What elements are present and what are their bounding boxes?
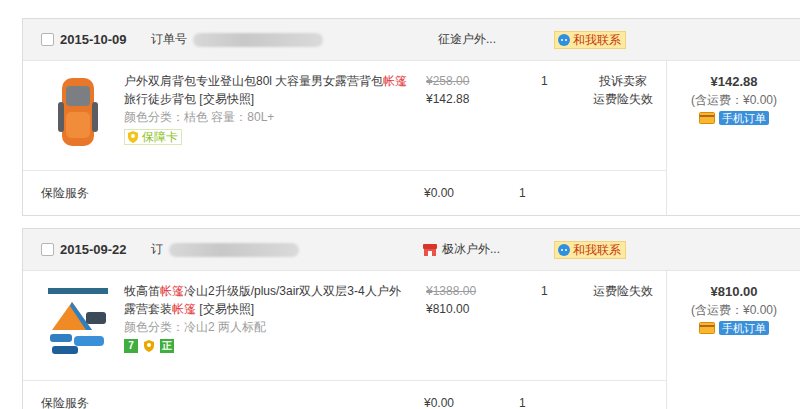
item-quantity: 1 [519, 72, 579, 90]
service-badge[interactable]: 7 [124, 339, 138, 353]
contact-button[interactable]: 和我联系 [554, 241, 626, 259]
order-total: ¥142.88 [711, 72, 758, 91]
guarantee-badge[interactable]: 保障卡 [124, 129, 182, 145]
order-header: 2015-09-22 订 极冰户外...和我联系 [23, 229, 800, 271]
service-row: 保险服务¥0.001 [23, 170, 666, 215]
total-column: ¥810.00(含运费：¥0.00)手机订单 [666, 271, 800, 409]
shield-icon [142, 339, 156, 353]
item-price: ¥142.88 [426, 90, 519, 108]
chat-icon [557, 33, 571, 47]
original-price: ¥258.00 [426, 72, 519, 90]
backpack-image[interactable] [46, 72, 110, 152]
item-quantity: 1 [519, 282, 579, 300]
order-number-redaction [169, 243, 299, 257]
order-card: 2015-09-22 订 极冰户外...和我联系牧高笛帐篷冷山2升级版/plus/3… [22, 228, 800, 409]
order-number-redaction [193, 33, 323, 47]
service-row: 保险服务¥0.001 [23, 380, 666, 409]
tent-set-image[interactable] [46, 282, 110, 362]
item-specs: 颜色分类：桔色 容量：80L+ [124, 108, 412, 126]
order-date: 2015-09-22 [60, 242, 127, 257]
service-price: ¥0.00 [424, 186, 519, 200]
service-price: ¥0.00 [424, 396, 519, 409]
shop-name[interactable]: 征途户外... [416, 31, 554, 48]
shipping-note: (含运费：¥0.00) [691, 301, 777, 320]
item-specs: 颜色分类：冷山2 两人标配 [124, 318, 412, 336]
order-number-label: 订 [151, 241, 163, 258]
mobile-order-tag: 手机订单 [719, 321, 769, 335]
mobile-order-tag: 手机订单 [719, 111, 769, 125]
order-list: 2015-10-09订单号征途户外...和我联系户外双肩背包专业登山包80l 大… [0, 0, 800, 409]
service-badge[interactable]: 正 [160, 339, 174, 353]
payment-card-icon [699, 322, 715, 334]
contact-button[interactable]: 和我联系 [554, 31, 626, 49]
snapshot-link[interactable]: [交易快照] [199, 92, 254, 106]
item-action[interactable]: 运费险失效 [579, 282, 666, 300]
shipping-note: (含运费：¥0.00) [691, 91, 777, 110]
item-row: 户外双肩背包专业登山包80l 大容量男女露营背包帐篷旅行徒步背包 [交易快照]颜… [23, 61, 666, 170]
order-date: 2015-10-09 [60, 32, 127, 47]
shield-icon [126, 130, 140, 144]
service-quantity: 1 [519, 186, 579, 200]
snapshot-link[interactable]: [交易快照] [199, 302, 254, 316]
item-action[interactable]: 运费险失效 [579, 90, 666, 108]
order-checkbox[interactable] [41, 243, 54, 256]
item-title[interactable]: 牧高笛帐篷冷山2升级版/plus/3air双人双层3-4人户外露营套装帐篷 [交… [124, 282, 412, 318]
item-action[interactable]: 投诉卖家 [579, 72, 666, 90]
order-number-label: 订单号 [151, 31, 187, 48]
order-card: 2015-10-09 订单号 征途户外...和我联系户外双肩背包专业登山包80l 大… [22, 18, 800, 216]
original-price: ¥1388.00 [426, 282, 519, 300]
shop-icon [422, 243, 438, 257]
service-badge[interactable] [142, 339, 156, 353]
service-quantity: 1 [519, 396, 579, 409]
total-column: ¥142.88(含运费：¥0.00)手机订单 [666, 61, 800, 215]
item-price: ¥810.00 [426, 300, 519, 318]
order-checkbox[interactable] [41, 33, 54, 46]
shop-name[interactable]: 极冰户外... [416, 241, 554, 258]
payment-card-icon [699, 112, 715, 124]
service-name: 保险服务 [41, 395, 424, 409]
item-title[interactable]: 户外双肩背包专业登山包80l 大容量男女露营背包帐篷旅行徒步背包 [交易快照] [124, 72, 412, 108]
order-total: ¥810.00 [711, 282, 758, 301]
service-name: 保险服务 [41, 185, 424, 202]
item-row: 牧高笛帐篷冷山2升级版/plus/3air双人双层3-4人户外露营套装帐篷 [交… [23, 271, 666, 380]
order-header: 2015-10-09 订单号 征途户外...和我联系 [23, 19, 800, 61]
chat-icon [557, 243, 571, 257]
